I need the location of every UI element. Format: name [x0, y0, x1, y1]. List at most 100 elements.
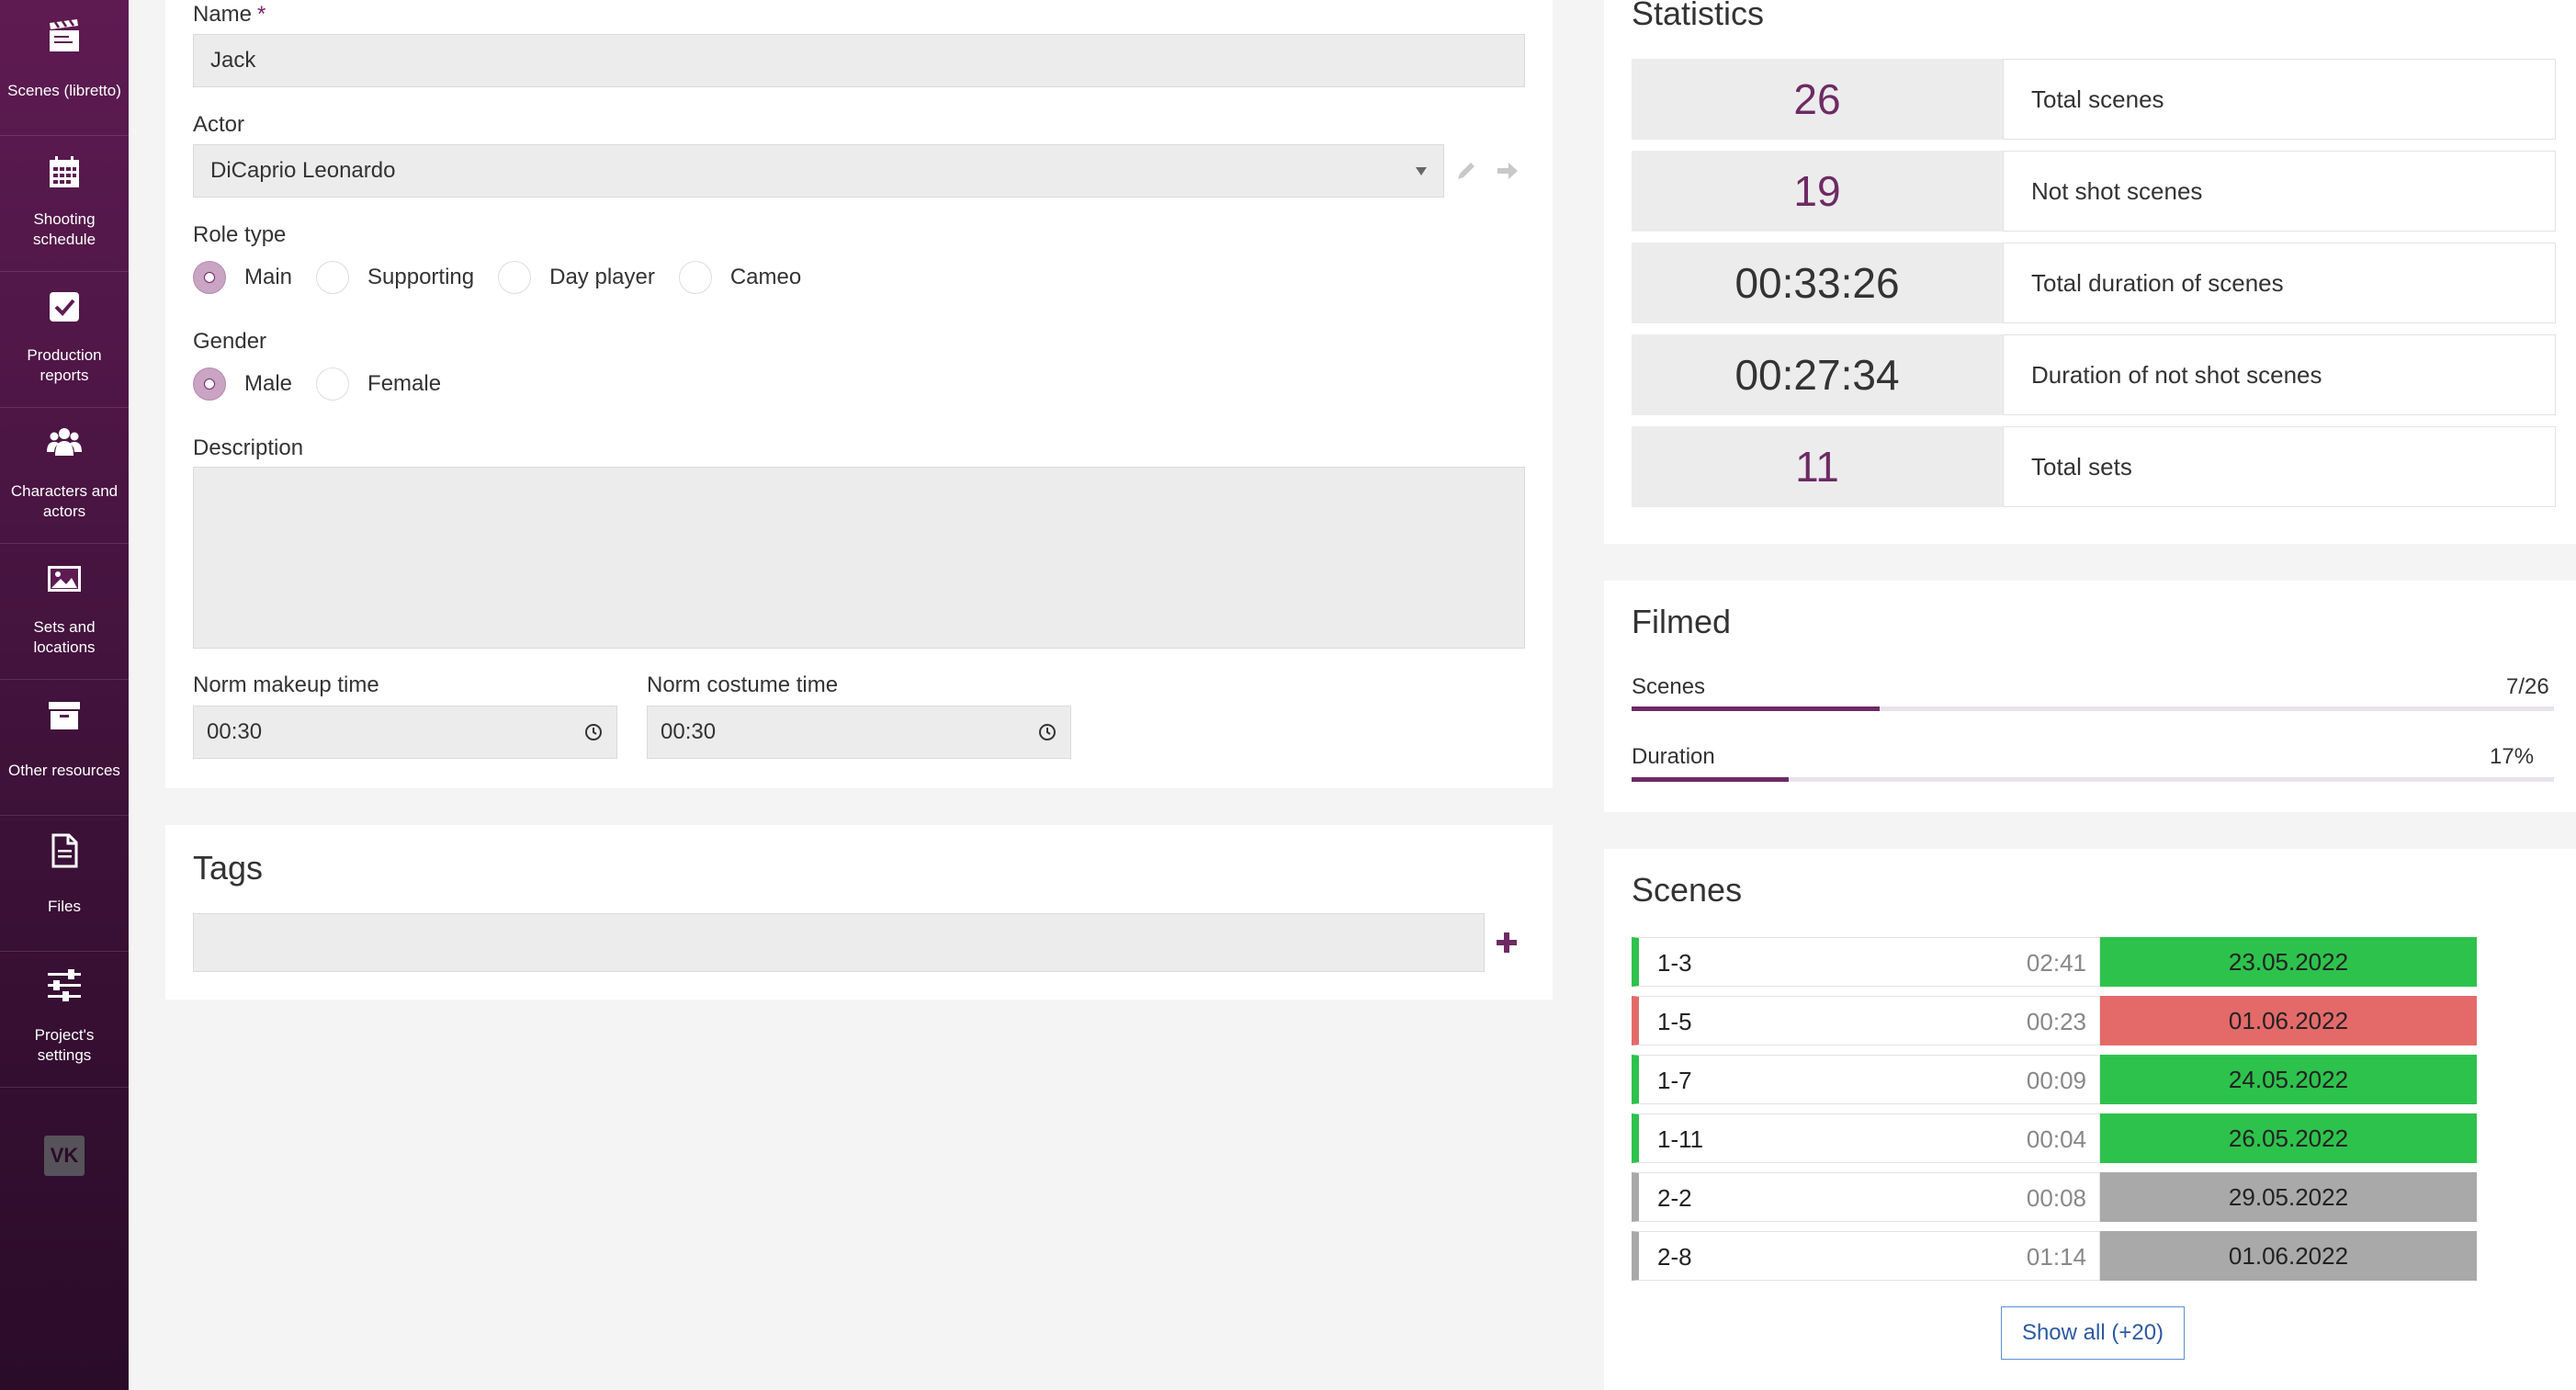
- pencil-icon[interactable]: [1455, 160, 1477, 182]
- radio-button[interactable]: [498, 261, 532, 294]
- sidebar-item-label: Sets and locations: [33, 618, 96, 656]
- role-type-option[interactable]: Supporting: [316, 261, 474, 294]
- scene-row-main[interactable]: 1-11 00:04: [1632, 1113, 2100, 1163]
- gender-option[interactable]: Male: [193, 367, 292, 401]
- gender-label: Gender: [193, 329, 267, 354]
- radio-button[interactable]: [193, 261, 226, 294]
- scene-id: 2-2: [1657, 1184, 1692, 1212]
- radio-button[interactable]: [316, 367, 350, 401]
- sidebar-item-label: Characters and actors: [10, 482, 119, 520]
- sidebar-item-label: Production reports: [27, 346, 102, 384]
- sidebar-item-other-resources[interactable]: Other resources: [0, 680, 129, 816]
- filmed-title: Filmed: [1632, 603, 1732, 640]
- stat-value: 19: [1632, 151, 2003, 232]
- sidebar-item-files[interactable]: Files: [0, 816, 129, 952]
- stat-label: Total duration of scenes: [2003, 243, 2556, 323]
- scene-duration: 00:23: [2026, 1008, 2086, 1035]
- stat-value: 11: [1632, 426, 2003, 507]
- sidebar-item-label: Scenes (libretto): [7, 82, 121, 99]
- scene-shoot-date: 23.05.2022: [2100, 937, 2477, 987]
- sliders-icon: [48, 969, 81, 1001]
- costume-time-input[interactable]: 00:30: [647, 706, 1071, 759]
- filmed-scenes-progress: [1632, 706, 2554, 711]
- tags-panel: [165, 825, 1553, 1000]
- scene-id: 1-5: [1657, 1008, 1692, 1035]
- show-all-button[interactable]: Show all (+20): [2001, 1306, 2185, 1360]
- scene-row-main[interactable]: 1-5 00:23: [1632, 996, 2100, 1045]
- scene-id: 1-3: [1657, 949, 1692, 977]
- scene-duration: 00:09: [2026, 1067, 2086, 1094]
- stat-value: 00:33:26: [1632, 243, 2003, 323]
- role-type-option[interactable]: Cameo: [678, 261, 801, 294]
- makeup-time-value: 00:30: [207, 719, 263, 744]
- progress-fill: [1632, 706, 1881, 711]
- sidebar-item-label: Other resources: [8, 762, 120, 779]
- radio-button[interactable]: [193, 367, 226, 401]
- scene-row-main[interactable]: 1-7 00:09: [1632, 1055, 2100, 1104]
- clock-icon[interactable]: [1037, 722, 1057, 742]
- scene-duration: 00:04: [2026, 1125, 2086, 1153]
- scene-duration: 02:41: [2026, 949, 2086, 977]
- sidebar-item-project-settings[interactable]: Project's settings: [0, 952, 129, 1088]
- actor-label: Actor: [193, 112, 245, 137]
- stat-row: 00:27:34 Duration of not shot scenes: [1632, 334, 2556, 415]
- gender-radio-group: Male Female: [193, 367, 465, 401]
- stat-label: Not shot scenes: [2003, 151, 2556, 232]
- radio-button[interactable]: [316, 261, 350, 294]
- actor-select[interactable]: DiCaprio Leonardo: [193, 144, 1444, 198]
- sidebar-item-scenes[interactable]: Scenes (libretto): [0, 0, 129, 136]
- tags-title: Tags: [193, 849, 264, 887]
- scene-shoot-date: 24.05.2022: [2100, 1055, 2477, 1104]
- sidebar-item-production-reports[interactable]: Production reports: [0, 272, 129, 408]
- makeup-time-input[interactable]: 00:30: [193, 706, 617, 759]
- clock-icon[interactable]: [583, 722, 604, 742]
- scene-row-main[interactable]: 1-3 02:41: [1632, 937, 2100, 987]
- calendar-icon: [50, 156, 79, 187]
- stat-label: Duration of not shot scenes: [2003, 334, 2556, 415]
- plus-icon[interactable]: [1496, 932, 1518, 954]
- scene-shoot-date: 01.06.2022: [2100, 1231, 2477, 1281]
- scene-duration: 01:14: [2026, 1243, 2086, 1271]
- tags-input[interactable]: [193, 913, 1485, 972]
- stat-row: 00:33:26 Total duration of scenes: [1632, 243, 2556, 323]
- role-type-option[interactable]: Main: [193, 261, 292, 294]
- description-label: Description: [193, 435, 304, 460]
- description-textarea[interactable]: [193, 467, 1525, 649]
- sidebar-item-label: Project's settings: [34, 1026, 95, 1064]
- radio-button[interactable]: [678, 261, 712, 294]
- scene-id: 2-8: [1657, 1243, 1692, 1271]
- scene-row-main[interactable]: 2-2 00:08: [1632, 1172, 2100, 1222]
- name-label: Name *: [193, 2, 266, 27]
- people-icon: [47, 428, 82, 456]
- gender-option[interactable]: Female: [316, 367, 441, 401]
- filmed-scenes-label: Scenes: [1632, 674, 1706, 699]
- statistics-title: Statistics: [1632, 0, 1765, 32]
- role-type-option[interactable]: Day player: [498, 261, 655, 294]
- vk-icon[interactable]: VK: [44, 1136, 85, 1176]
- role-type-label: Role type: [193, 222, 287, 247]
- costume-time-value: 00:30: [661, 719, 717, 744]
- image-icon: [48, 566, 81, 592]
- file-icon: [51, 833, 78, 868]
- scene-row-main[interactable]: 2-8 01:14: [1632, 1231, 2100, 1281]
- sidebar-item-shooting-schedule[interactable]: Shooting schedule: [0, 136, 129, 272]
- required-marker: *: [257, 2, 266, 27]
- scene-shoot-date: 26.05.2022: [2100, 1113, 2477, 1163]
- scene-duration: 00:08: [2026, 1184, 2086, 1212]
- name-input[interactable]: Jack: [193, 34, 1525, 87]
- arrow-right-icon[interactable]: [1496, 160, 1520, 182]
- sidebar: Scenes (libretto) Shooting schedule Prod…: [0, 0, 129, 1390]
- scene-id: 1-11: [1657, 1125, 1704, 1153]
- scenes-title: Scenes: [1632, 871, 1743, 909]
- checkbox-icon: [50, 292, 79, 322]
- sidebar-item-sets[interactable]: Sets and locations: [0, 544, 129, 680]
- actor-select-value: DiCaprio Leonardo: [210, 158, 396, 183]
- stat-value: 00:27:34: [1632, 334, 2003, 415]
- sidebar-item-characters[interactable]: Characters and actors: [0, 408, 129, 544]
- scene-shoot-date: 01.06.2022: [2100, 996, 2477, 1045]
- stat-row: 26 Total scenes: [1632, 59, 2556, 140]
- caret-down-icon: [1416, 167, 1427, 175]
- archive-icon: [49, 702, 80, 729]
- filmed-scenes-value: 7/26: [2506, 674, 2549, 699]
- stat-row: 19 Not shot scenes: [1632, 151, 2556, 232]
